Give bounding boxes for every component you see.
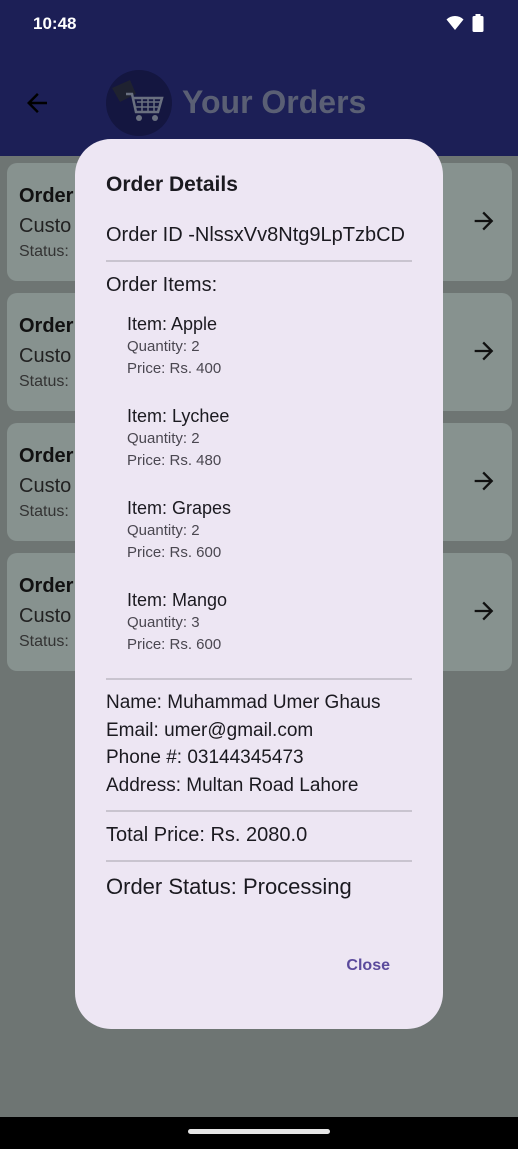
order-details-dialog: Order Details Order ID -NlssxVv8Ntg9LpTz…: [75, 139, 443, 1029]
order-card-customer: Custo: [19, 215, 72, 237]
item-name: Item: Apple: [127, 314, 218, 334]
order-item: Item: Mango Quantity: 3 Price: Rs. 600: [127, 588, 227, 656]
arrow-right-icon[interactable]: [470, 337, 498, 365]
dialog-title: Order Details: [106, 173, 238, 196]
item-price: Price: Rs. 600: [127, 544, 222, 561]
order-card-status: Status:: [19, 503, 69, 520]
home-gesture-handle[interactable]: [188, 1129, 330, 1134]
order-items-heading: Order Items:: [106, 274, 218, 296]
order-id: Order ID -NlssxVv8Ntg9LpTzbCD: [106, 224, 405, 246]
battery-icon: [472, 14, 484, 32]
shopping-cart-icon: [112, 80, 164, 121]
item-name: Item: Lychee: [127, 406, 230, 426]
customer-phone: Phone #: 03144345473: [106, 747, 304, 768]
item-price: Price: Rs. 480: [127, 452, 222, 469]
wifi-icon: [446, 15, 464, 30]
total-price: Total Price: Rs. 2080.0: [106, 824, 308, 846]
item-price: Price: Rs. 400: [127, 360, 222, 377]
divider: [106, 678, 412, 680]
customer-address: Address: Multan Road Lahore: [106, 774, 359, 796]
order-card-title: Order: [19, 445, 74, 467]
item-quantity: Quantity: 3: [127, 614, 200, 631]
order-item: Item: Lychee Quantity: 2 Price: Rs. 480: [127, 404, 229, 472]
arrow-right-icon[interactable]: [470, 597, 498, 625]
item-quantity: Quantity: 2: [127, 338, 200, 355]
order-card-customer: Custo: [19, 475, 72, 497]
customer-info: Name: Muhammad Umer Ghaus Email: umer@gm…: [106, 689, 381, 799]
order-card-status: Status:: [19, 243, 69, 260]
divider: [106, 260, 412, 262]
order-card-status: Status:: [19, 633, 69, 650]
status-time: 10:48: [33, 14, 77, 33]
item-quantity: Quantity: 2: [127, 522, 200, 539]
page-title: Your Orders: [182, 84, 367, 120]
item-name: Item: Mango: [127, 590, 228, 610]
status-bar: 10:48: [0, 0, 518, 50]
arrow-right-icon[interactable]: [470, 207, 498, 235]
app-logo: [106, 70, 172, 136]
order-card-customer: Custo: [19, 605, 72, 627]
order-card-title: Order: [19, 315, 74, 337]
order-item: Item: Grapes Quantity: 2 Price: Rs. 600: [127, 496, 231, 564]
order-item: Item: Apple Quantity: 2 Price: Rs. 400: [127, 312, 221, 380]
close-button[interactable]: Close: [346, 957, 390, 975]
item-name: Item: Grapes: [127, 498, 232, 518]
order-card-title: Order: [19, 185, 74, 207]
status-icons: [446, 14, 484, 32]
divider: [106, 860, 412, 862]
item-quantity: Quantity: 2: [127, 430, 200, 447]
order-card-title: Order: [19, 575, 74, 597]
arrow-right-icon[interactable]: [470, 467, 498, 495]
divider: [106, 810, 412, 812]
system-nav-bar: [0, 1117, 518, 1149]
arrow-left-icon[interactable]: [22, 88, 52, 118]
order-status: Order Status: Processing: [106, 874, 352, 899]
item-price: Price: Rs. 600: [127, 636, 222, 653]
order-card-customer: Custo: [19, 345, 72, 367]
customer-email: Email: umer@gmail.com: [106, 719, 314, 741]
customer-name: Name: Muhammad Umer Ghaus: [106, 692, 381, 713]
order-card-status: Status:: [19, 373, 69, 390]
